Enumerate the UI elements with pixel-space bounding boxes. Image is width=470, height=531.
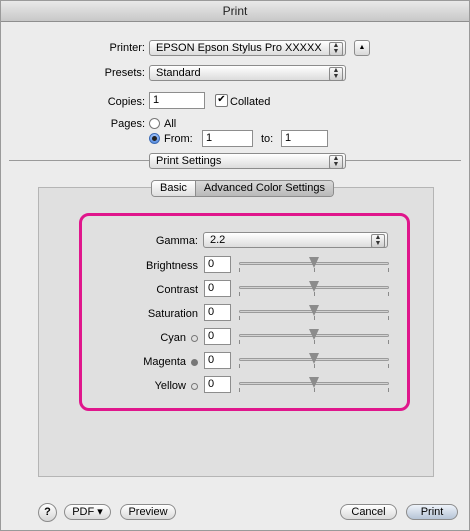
collated-label: Collated [230, 96, 271, 108]
slider-tick [239, 364, 240, 368]
slider-tick [388, 268, 389, 272]
gamma-value: 2.2 [210, 234, 226, 246]
presets-popup[interactable]: Standard ▲ ▼ [149, 65, 346, 81]
pdf-button[interactable]: PDF ▾ [64, 504, 111, 520]
slider-tick [388, 364, 389, 368]
pages-all-radio[interactable] [149, 118, 160, 129]
section-value: Print Settings [156, 155, 222, 167]
divider-left [9, 160, 149, 161]
cancel-button[interactable]: Cancel [340, 504, 397, 520]
presets-label: Presets: [104, 67, 145, 79]
slider-tick [388, 316, 389, 320]
magenta-label: Magenta [78, 356, 198, 368]
contrast-label: Contrast [156, 284, 198, 296]
preview-button[interactable]: Preview [120, 504, 176, 520]
contrast-slider[interactable] [239, 280, 389, 296]
printer-popup[interactable]: EPSON Epson Stylus Pro XXXXX ▲ ▼ [149, 40, 346, 56]
popup-arrows-icon: ▲ ▼ [371, 234, 385, 248]
magenta-field[interactable]: 0 [204, 352, 231, 369]
cyan-slider[interactable] [239, 328, 389, 344]
slider-tick [388, 388, 389, 392]
slider-thumb[interactable] [309, 257, 319, 268]
gamma-label: Gamma: [155, 235, 198, 247]
brightness-label: Brightness [146, 260, 198, 272]
tab-advanced-color-settings[interactable]: Advanced Color Settings [194, 181, 333, 196]
contrast-field[interactable]: 0 [204, 280, 231, 297]
slider-tick [314, 316, 315, 320]
yellow-label: Yellow [78, 380, 198, 392]
brightness-slider[interactable] [239, 256, 389, 272]
slider-tick [239, 340, 240, 344]
cyan-label-text: Cyan [160, 332, 186, 344]
magenta-slider[interactable] [239, 352, 389, 368]
slider-thumb[interactable] [309, 305, 319, 316]
pages-to-label: to: [261, 133, 274, 145]
slider-tick [239, 388, 240, 392]
slider-tick [314, 292, 315, 296]
print-button[interactable]: Print [406, 504, 458, 520]
slider-thumb[interactable] [309, 329, 319, 340]
cyan-label: Cyan [78, 332, 198, 344]
pages-from-field[interactable]: 1 [202, 130, 253, 147]
popup-arrows-icon: ▲ ▼ [329, 155, 343, 169]
cyan-field[interactable]: 0 [204, 328, 231, 345]
yellow-slider[interactable] [239, 376, 389, 392]
brightness-field[interactable]: 0 [204, 256, 231, 273]
slider-tick [239, 292, 240, 296]
divider-right [346, 160, 461, 161]
section-popup[interactable]: Print Settings ▲ ▼ [149, 153, 346, 169]
magenta-dot-icon [191, 358, 198, 366]
disclosure-up-icon: ▲ [358, 44, 366, 51]
slider-tick [388, 292, 389, 296]
checkmark-icon: ✔ [217, 94, 226, 105]
gamma-popup[interactable]: 2.2 ▲ ▼ [203, 232, 388, 248]
slider-tick [314, 388, 315, 392]
pages-to-field[interactable]: 1 [281, 130, 328, 147]
slider-tick [314, 340, 315, 344]
tab-basic[interactable]: Basic [152, 181, 195, 196]
slider-thumb[interactable] [309, 281, 319, 292]
slider-tick [239, 316, 240, 320]
collated-checkbox[interactable]: ✔ [215, 94, 228, 107]
saturation-slider[interactable] [239, 304, 389, 320]
slider-tick [388, 340, 389, 344]
printer-value: EPSON Epson Stylus Pro XXXXX [156, 42, 322, 54]
copies-field[interactable]: 1 [149, 92, 205, 109]
copies-label: Copies: [107, 96, 145, 108]
cyan-dot-icon [191, 334, 198, 342]
help-button[interactable]: ? [38, 503, 57, 522]
printer-details-button[interactable]: ▲ [354, 40, 370, 56]
settings-tabs: Basic Advanced Color Settings [151, 180, 334, 197]
magenta-label-text: Magenta [143, 356, 186, 368]
yellow-field[interactable]: 0 [204, 376, 231, 393]
saturation-field[interactable]: 0 [204, 304, 231, 321]
slider-tick [314, 364, 315, 368]
slider-thumb[interactable] [309, 377, 319, 388]
yellow-dot-icon [191, 382, 198, 390]
slider-tick [239, 268, 240, 272]
printer-label: Printer: [109, 42, 145, 54]
slider-thumb[interactable] [309, 353, 319, 364]
popup-arrows-icon: ▲ ▼ [329, 42, 343, 56]
saturation-label: Saturation [147, 308, 198, 320]
pages-all-label: All [164, 118, 177, 130]
pages-label: Pages: [110, 118, 145, 130]
pages-from-radio[interactable] [149, 133, 160, 144]
print-dialog: Print Printer: EPSON Epson Stylus Pro XX… [0, 0, 470, 531]
pages-from-label: From: [164, 133, 193, 145]
presets-value: Standard [156, 67, 201, 79]
slider-tick [314, 268, 315, 272]
yellow-label-text: Yellow [154, 380, 186, 392]
window-title: Print [1, 1, 469, 22]
popup-arrows-icon: ▲ ▼ [329, 67, 343, 81]
